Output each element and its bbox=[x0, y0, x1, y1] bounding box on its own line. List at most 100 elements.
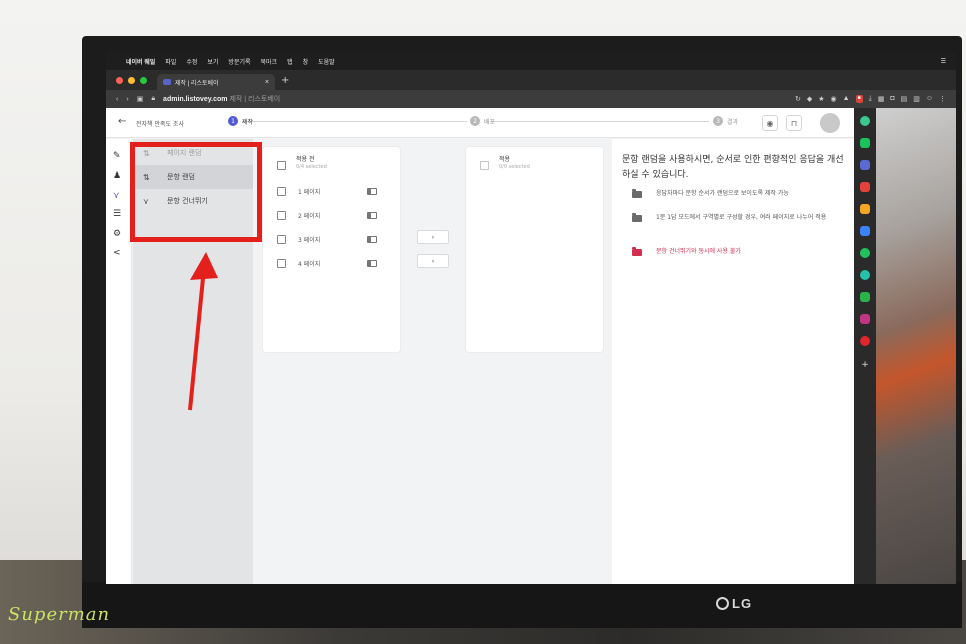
list-header: 적용 0/0 selected bbox=[480, 155, 530, 170]
step-label: 결과 bbox=[727, 118, 739, 126]
pencil-icon[interactable]: ✎ bbox=[113, 151, 121, 161]
whale-icon[interactable] bbox=[860, 116, 870, 126]
row-checkbox[interactable] bbox=[277, 235, 286, 244]
page-icon bbox=[367, 260, 377, 267]
extension-badge-icon[interactable]: ■ bbox=[855, 95, 863, 103]
youtube-icon[interactable] bbox=[860, 182, 870, 192]
messenger-icon[interactable] bbox=[860, 248, 870, 258]
list-item[interactable]: 3 페이지 bbox=[277, 235, 377, 244]
browser-extensions: ↻ ◆ ★ ◉ ▲ ■ ⤓ ▦ ◘ ▤ ▥ ☺ ⋮ bbox=[795, 95, 946, 103]
reader-icon[interactable]: ▤ bbox=[901, 95, 908, 103]
row-label: 4 페이지 bbox=[298, 261, 321, 268]
menubar-file[interactable]: 파일 bbox=[165, 57, 176, 66]
menubar-edit[interactable]: 수정 bbox=[186, 57, 197, 66]
avatar[interactable] bbox=[820, 113, 840, 133]
menubar-app-name[interactable]: 네이버 웨일 bbox=[126, 57, 155, 66]
row-checkbox[interactable] bbox=[277, 211, 286, 220]
select-all-checkbox[interactable] bbox=[277, 161, 286, 170]
puzzle-icon[interactable]: ▲ bbox=[843, 95, 850, 103]
move-right-button[interactable]: › bbox=[417, 230, 449, 244]
menubar-window[interactable]: 창 bbox=[303, 57, 309, 66]
back-nav-icon[interactable]: ‹ bbox=[116, 96, 118, 103]
url-page-title: 제작 | 리스토베이 bbox=[229, 96, 281, 103]
profile-icon[interactable]: ☺ bbox=[926, 95, 933, 103]
info-text: 1문 1답 모드에서 구역별로 구성할 경우, 여러 페이지로 나누어 적용 bbox=[656, 214, 827, 221]
window-controls bbox=[106, 70, 157, 90]
move-left-button[interactable]: ‹ bbox=[417, 254, 449, 268]
row-checkbox[interactable] bbox=[277, 259, 286, 268]
list-item[interactable]: 1 페이지 bbox=[277, 187, 377, 196]
control-center-icon[interactable]: ☰ bbox=[941, 58, 946, 65]
url-host: admin.listovey.com bbox=[163, 96, 228, 103]
forward-nav-icon[interactable]: › bbox=[126, 96, 128, 103]
monitor-chin bbox=[82, 582, 962, 628]
instagram-icon[interactable] bbox=[860, 314, 870, 324]
translate-icon[interactable] bbox=[860, 226, 870, 236]
step-number: 2 bbox=[470, 116, 480, 126]
more-menu-icon[interactable]: ⋮ bbox=[939, 95, 946, 103]
selection-count: 0/0 selected bbox=[499, 164, 530, 170]
lg-brand-text: LG bbox=[732, 596, 753, 611]
applied-list: 적용 0/0 selected bbox=[466, 147, 603, 352]
lock-icon[interactable]: ⊓ bbox=[786, 115, 802, 131]
page-icon bbox=[367, 212, 377, 219]
menubar-history[interactable]: 방문기록 bbox=[228, 57, 250, 66]
clock-icon[interactable] bbox=[860, 270, 870, 280]
browser-sidebar-dock: + bbox=[854, 108, 876, 584]
memo-icon[interactable] bbox=[860, 204, 870, 214]
add-icon[interactable]: + bbox=[860, 360, 870, 370]
naver-icon[interactable] bbox=[860, 138, 870, 148]
menubar-help[interactable]: 도움말 bbox=[318, 57, 335, 66]
browser-tabstrip: 제작 | 리스토베이 × + bbox=[106, 70, 956, 90]
close-window-button[interactable] bbox=[116, 76, 123, 84]
minimize-window-button[interactable] bbox=[128, 76, 135, 84]
extension-icon[interactable]: ◉ bbox=[831, 95, 837, 103]
list-title: 적용 bbox=[499, 156, 511, 163]
bookmark-star-icon[interactable]: ★ bbox=[818, 95, 824, 103]
share-icon[interactable]: < bbox=[113, 248, 121, 258]
annotation-arrow bbox=[188, 252, 218, 411]
row-label: 2 페이지 bbox=[298, 213, 321, 220]
step-number: 3 bbox=[713, 116, 723, 126]
info-text: 문항 건너뛰기와 동시에 사용 불가 bbox=[656, 248, 741, 255]
browser-tab[interactable]: 제작 | 리스토베이 × bbox=[157, 74, 275, 90]
row-checkbox[interactable] bbox=[277, 187, 286, 196]
eye-icon[interactable]: ◉ bbox=[762, 115, 778, 131]
selection-count: 0/4 selected bbox=[296, 164, 327, 170]
list-title: 적용 전 bbox=[296, 156, 315, 163]
zoom-window-button[interactable] bbox=[140, 76, 147, 84]
cafe-icon[interactable] bbox=[860, 292, 870, 302]
tab-close-icon[interactable]: × bbox=[265, 79, 269, 86]
calendar-icon[interactable] bbox=[860, 160, 870, 170]
block-icon[interactable] bbox=[860, 336, 870, 346]
folder-icon bbox=[632, 247, 642, 256]
step-results[interactable]: 3 결과 bbox=[713, 116, 738, 126]
info-item: 응답자마다 문항 순서가 랜덤으로 보이도록 제작 가능 bbox=[632, 189, 842, 199]
layout-icon[interactable]: ☰ bbox=[113, 209, 121, 219]
menubar-view[interactable]: 보기 bbox=[207, 57, 218, 66]
download-icon[interactable]: ⤓ bbox=[869, 95, 872, 103]
new-tab-button[interactable]: + bbox=[275, 72, 295, 90]
left-icon-nav: ✎ ♟ ⋎ ☰ ⚙ < bbox=[106, 139, 132, 584]
select-all-checkbox[interactable] bbox=[480, 161, 489, 170]
menubar-bookmarks[interactable]: 북마크 bbox=[261, 57, 278, 66]
url-field[interactable]: admin.listovey.com 제작 | 리스토베이 bbox=[163, 94, 280, 104]
step-build[interactable]: 1 제작 bbox=[228, 116, 253, 126]
capture-icon[interactable]: ▦ bbox=[878, 95, 885, 103]
step-distribute[interactable]: 2 배포 bbox=[470, 116, 495, 126]
sidebar-toggle-icon[interactable]: ▣ bbox=[137, 95, 144, 103]
back-arrow-icon[interactable]: ← bbox=[118, 116, 126, 127]
menubar-tab[interactable]: 탭 bbox=[287, 57, 293, 66]
branch-icon[interactable]: ⋎ bbox=[113, 191, 120, 201]
row-label: 3 페이지 bbox=[298, 237, 321, 244]
split-view-icon[interactable]: ▥ bbox=[913, 95, 920, 103]
stamp-icon[interactable]: ♟ bbox=[113, 171, 121, 181]
list-item[interactable]: 4 페이지 bbox=[277, 259, 377, 268]
gear-icon[interactable]: ⚙ bbox=[113, 229, 121, 239]
list-item[interactable]: 2 페이지 bbox=[277, 211, 377, 220]
lg-logo: LG bbox=[716, 596, 752, 611]
favicon-icon bbox=[163, 79, 171, 85]
shield-icon[interactable]: ◆ bbox=[807, 95, 812, 103]
camera-icon[interactable]: ◘ bbox=[890, 95, 894, 103]
reload-icon[interactable]: ↻ bbox=[795, 95, 801, 103]
